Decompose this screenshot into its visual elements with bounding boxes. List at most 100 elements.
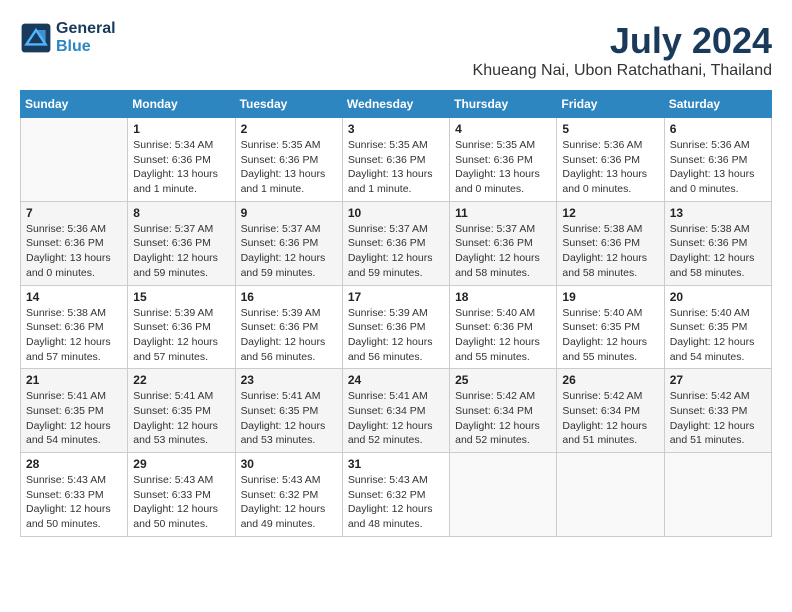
day-detail: Sunrise: 5:41 AMSunset: 6:35 PMDaylight:… — [133, 389, 229, 448]
week-row-3: 14 Sunrise: 5:38 AMSunset: 6:36 PMDayligh… — [21, 285, 772, 369]
day-detail: Sunrise: 5:39 AMSunset: 6:36 PMDaylight:… — [133, 306, 229, 365]
day-detail: Sunrise: 5:36 AMSunset: 6:36 PMDaylight:… — [670, 138, 766, 197]
calendar-cell: 31 Sunrise: 5:43 AMSunset: 6:32 PMDayligh… — [342, 453, 449, 537]
day-header-monday: Monday — [128, 91, 235, 118]
calendar-cell — [664, 453, 771, 537]
day-detail: Sunrise: 5:42 AMSunset: 6:34 PMDaylight:… — [455, 389, 551, 448]
day-number: 23 — [241, 373, 337, 387]
calendar-cell: 13Sunrise: 5:38 AMSunset: 6:36 PMDayligh… — [664, 201, 771, 285]
calendar-table: SundayMondayTuesdayWednesdayThursdayFrid… — [20, 90, 772, 537]
logo: General Blue — [20, 20, 116, 56]
month-title: July 2024 — [473, 20, 772, 62]
week-row-1: 1 Sunrise: 5:34 AMSunset: 6:36 PMDaylight… — [21, 118, 772, 202]
day-detail: Sunrise: 5:38 AMSunset: 6:36 PMDaylight:… — [562, 222, 658, 281]
day-number: 8 — [133, 206, 229, 220]
day-detail: Sunrise: 5:40 AMSunset: 6:35 PMDaylight:… — [670, 306, 766, 365]
day-number: 22 — [133, 373, 229, 387]
day-detail: Sunrise: 5:43 AMSunset: 6:32 PMDaylight:… — [348, 473, 444, 532]
day-number: 17 — [348, 290, 444, 304]
day-detail: Sunrise: 5:37 AMSunset: 6:36 PMDaylight:… — [348, 222, 444, 281]
calendar-cell: 17 Sunrise: 5:39 AMSunset: 6:36 PMDayligh… — [342, 285, 449, 369]
day-number: 12 — [562, 206, 658, 220]
calendar-cell: 5 Sunrise: 5:36 AMSunset: 6:36 PMDaylight… — [557, 118, 664, 202]
day-detail: Sunrise: 5:41 AMSunset: 6:35 PMDaylight:… — [241, 389, 337, 448]
calendar-cell: 23 Sunrise: 5:41 AMSunset: 6:35 PMDayligh… — [235, 369, 342, 453]
day-detail: Sunrise: 5:40 AMSunset: 6:36 PMDaylight:… — [455, 306, 551, 365]
location-title: Khueang Nai, Ubon Ratchathani, Thailand — [473, 62, 772, 80]
page-header: General Blue July 2024 Khueang Nai, Ubon… — [20, 20, 772, 80]
calendar-cell — [21, 118, 128, 202]
day-detail: Sunrise: 5:37 AMSunset: 6:36 PMDaylight:… — [455, 222, 551, 281]
day-number: 26 — [562, 373, 658, 387]
day-number: 19 — [562, 290, 658, 304]
logo-icon — [20, 22, 52, 54]
day-detail: Sunrise: 5:41 AMSunset: 6:34 PMDaylight:… — [348, 389, 444, 448]
day-number: 21 — [26, 373, 122, 387]
day-number: 5 — [562, 122, 658, 136]
day-number: 18 — [455, 290, 551, 304]
calendar-cell: 16 Sunrise: 5:39 AMSunset: 6:36 PMDayligh… — [235, 285, 342, 369]
day-number: 2 — [241, 122, 337, 136]
day-number: 28 — [26, 457, 122, 471]
day-detail: Sunrise: 5:39 AMSunset: 6:36 PMDaylight:… — [348, 306, 444, 365]
calendar-cell: 14 Sunrise: 5:38 AMSunset: 6:36 PMDayligh… — [21, 285, 128, 369]
calendar-cell: 19 Sunrise: 5:40 AMSunset: 6:35 PMDayligh… — [557, 285, 664, 369]
day-number: 31 — [348, 457, 444, 471]
day-detail: Sunrise: 5:35 AMSunset: 6:36 PMDaylight:… — [348, 138, 444, 197]
day-number: 1 — [133, 122, 229, 136]
day-number: 25 — [455, 373, 551, 387]
calendar-cell: 8Sunrise: 5:37 AMSunset: 6:36 PMDaylight… — [128, 201, 235, 285]
calendar-cell — [557, 453, 664, 537]
day-number: 10 — [348, 206, 444, 220]
calendar-cell: 26 Sunrise: 5:42 AMSunset: 6:34 PMDayligh… — [557, 369, 664, 453]
calendar-cell: 6 Sunrise: 5:36 AMSunset: 6:36 PMDaylight… — [664, 118, 771, 202]
header-row: SundayMondayTuesdayWednesdayThursdayFrid… — [21, 91, 772, 118]
day-detail: Sunrise: 5:37 AMSunset: 6:36 PMDaylight:… — [241, 222, 337, 281]
day-detail: Sunrise: 5:43 AMSunset: 6:32 PMDaylight:… — [241, 473, 337, 532]
calendar-cell: 4Sunrise: 5:35 AMSunset: 6:36 PMDaylight… — [450, 118, 557, 202]
calendar-cell: 15Sunrise: 5:39 AMSunset: 6:36 PMDayligh… — [128, 285, 235, 369]
day-number: 6 — [670, 122, 766, 136]
day-header-sunday: Sunday — [21, 91, 128, 118]
day-number: 9 — [241, 206, 337, 220]
day-number: 11 — [455, 206, 551, 220]
day-detail: Sunrise: 5:42 AMSunset: 6:34 PMDaylight:… — [562, 389, 658, 448]
day-number: 30 — [241, 457, 337, 471]
day-number: 13 — [670, 206, 766, 220]
day-number: 24 — [348, 373, 444, 387]
title-block: July 2024 Khueang Nai, Ubon Ratchathani,… — [473, 20, 772, 80]
day-detail: Sunrise: 5:36 AMSunset: 6:36 PMDaylight:… — [562, 138, 658, 197]
calendar-cell: 1 Sunrise: 5:34 AMSunset: 6:36 PMDaylight… — [128, 118, 235, 202]
day-detail: Sunrise: 5:34 AMSunset: 6:36 PMDaylight:… — [133, 138, 229, 197]
calendar-cell: 11 Sunrise: 5:37 AMSunset: 6:36 PMDayligh… — [450, 201, 557, 285]
logo-text: General Blue — [56, 20, 116, 56]
calendar-cell: 30 Sunrise: 5:43 AMSunset: 6:32 PMDayligh… — [235, 453, 342, 537]
calendar-cell: 25 Sunrise: 5:42 AMSunset: 6:34 PMDayligh… — [450, 369, 557, 453]
calendar-cell: 29 Sunrise: 5:43 AMSunset: 6:33 PMDayligh… — [128, 453, 235, 537]
day-number: 29 — [133, 457, 229, 471]
day-number: 16 — [241, 290, 337, 304]
day-detail: Sunrise: 5:35 AMSunset: 6:36 PMDaylight:… — [455, 138, 551, 197]
calendar-cell: 21 Sunrise: 5:41 AMSunset: 6:35 PMDayligh… — [21, 369, 128, 453]
day-detail: Sunrise: 5:38 AMSunset: 6:36 PMDaylight:… — [26, 306, 122, 365]
calendar-cell: 2 Sunrise: 5:35 AMSunset: 6:36 PMDaylight… — [235, 118, 342, 202]
calendar-cell: 24 Sunrise: 5:41 AMSunset: 6:34 PMDayligh… — [342, 369, 449, 453]
day-detail: Sunrise: 5:40 AMSunset: 6:35 PMDaylight:… — [562, 306, 658, 365]
calendar-cell: 9 Sunrise: 5:37 AMSunset: 6:36 PMDaylight… — [235, 201, 342, 285]
calendar-cell: 7Sunrise: 5:36 AMSunset: 6:36 PMDaylight… — [21, 201, 128, 285]
day-header-thursday: Thursday — [450, 91, 557, 118]
day-header-saturday: Saturday — [664, 91, 771, 118]
day-detail: Sunrise: 5:41 AMSunset: 6:35 PMDaylight:… — [26, 389, 122, 448]
calendar-cell: 3Sunrise: 5:35 AMSunset: 6:36 PMDaylight… — [342, 118, 449, 202]
week-row-5: 28 Sunrise: 5:43 AMSunset: 6:33 PMDayligh… — [21, 453, 772, 537]
day-detail: Sunrise: 5:39 AMSunset: 6:36 PMDaylight:… — [241, 306, 337, 365]
day-number: 27 — [670, 373, 766, 387]
day-detail: Sunrise: 5:35 AMSunset: 6:36 PMDaylight:… — [241, 138, 337, 197]
day-number: 14 — [26, 290, 122, 304]
calendar-cell: 28Sunrise: 5:43 AMSunset: 6:33 PMDayligh… — [21, 453, 128, 537]
calendar-cell: 20Sunrise: 5:40 AMSunset: 6:35 PMDayligh… — [664, 285, 771, 369]
calendar-cell — [450, 453, 557, 537]
day-detail: Sunrise: 5:43 AMSunset: 6:33 PMDaylight:… — [133, 473, 229, 532]
calendar-cell: 10 Sunrise: 5:37 AMSunset: 6:36 PMDayligh… — [342, 201, 449, 285]
week-row-4: 21 Sunrise: 5:41 AMSunset: 6:35 PMDayligh… — [21, 369, 772, 453]
